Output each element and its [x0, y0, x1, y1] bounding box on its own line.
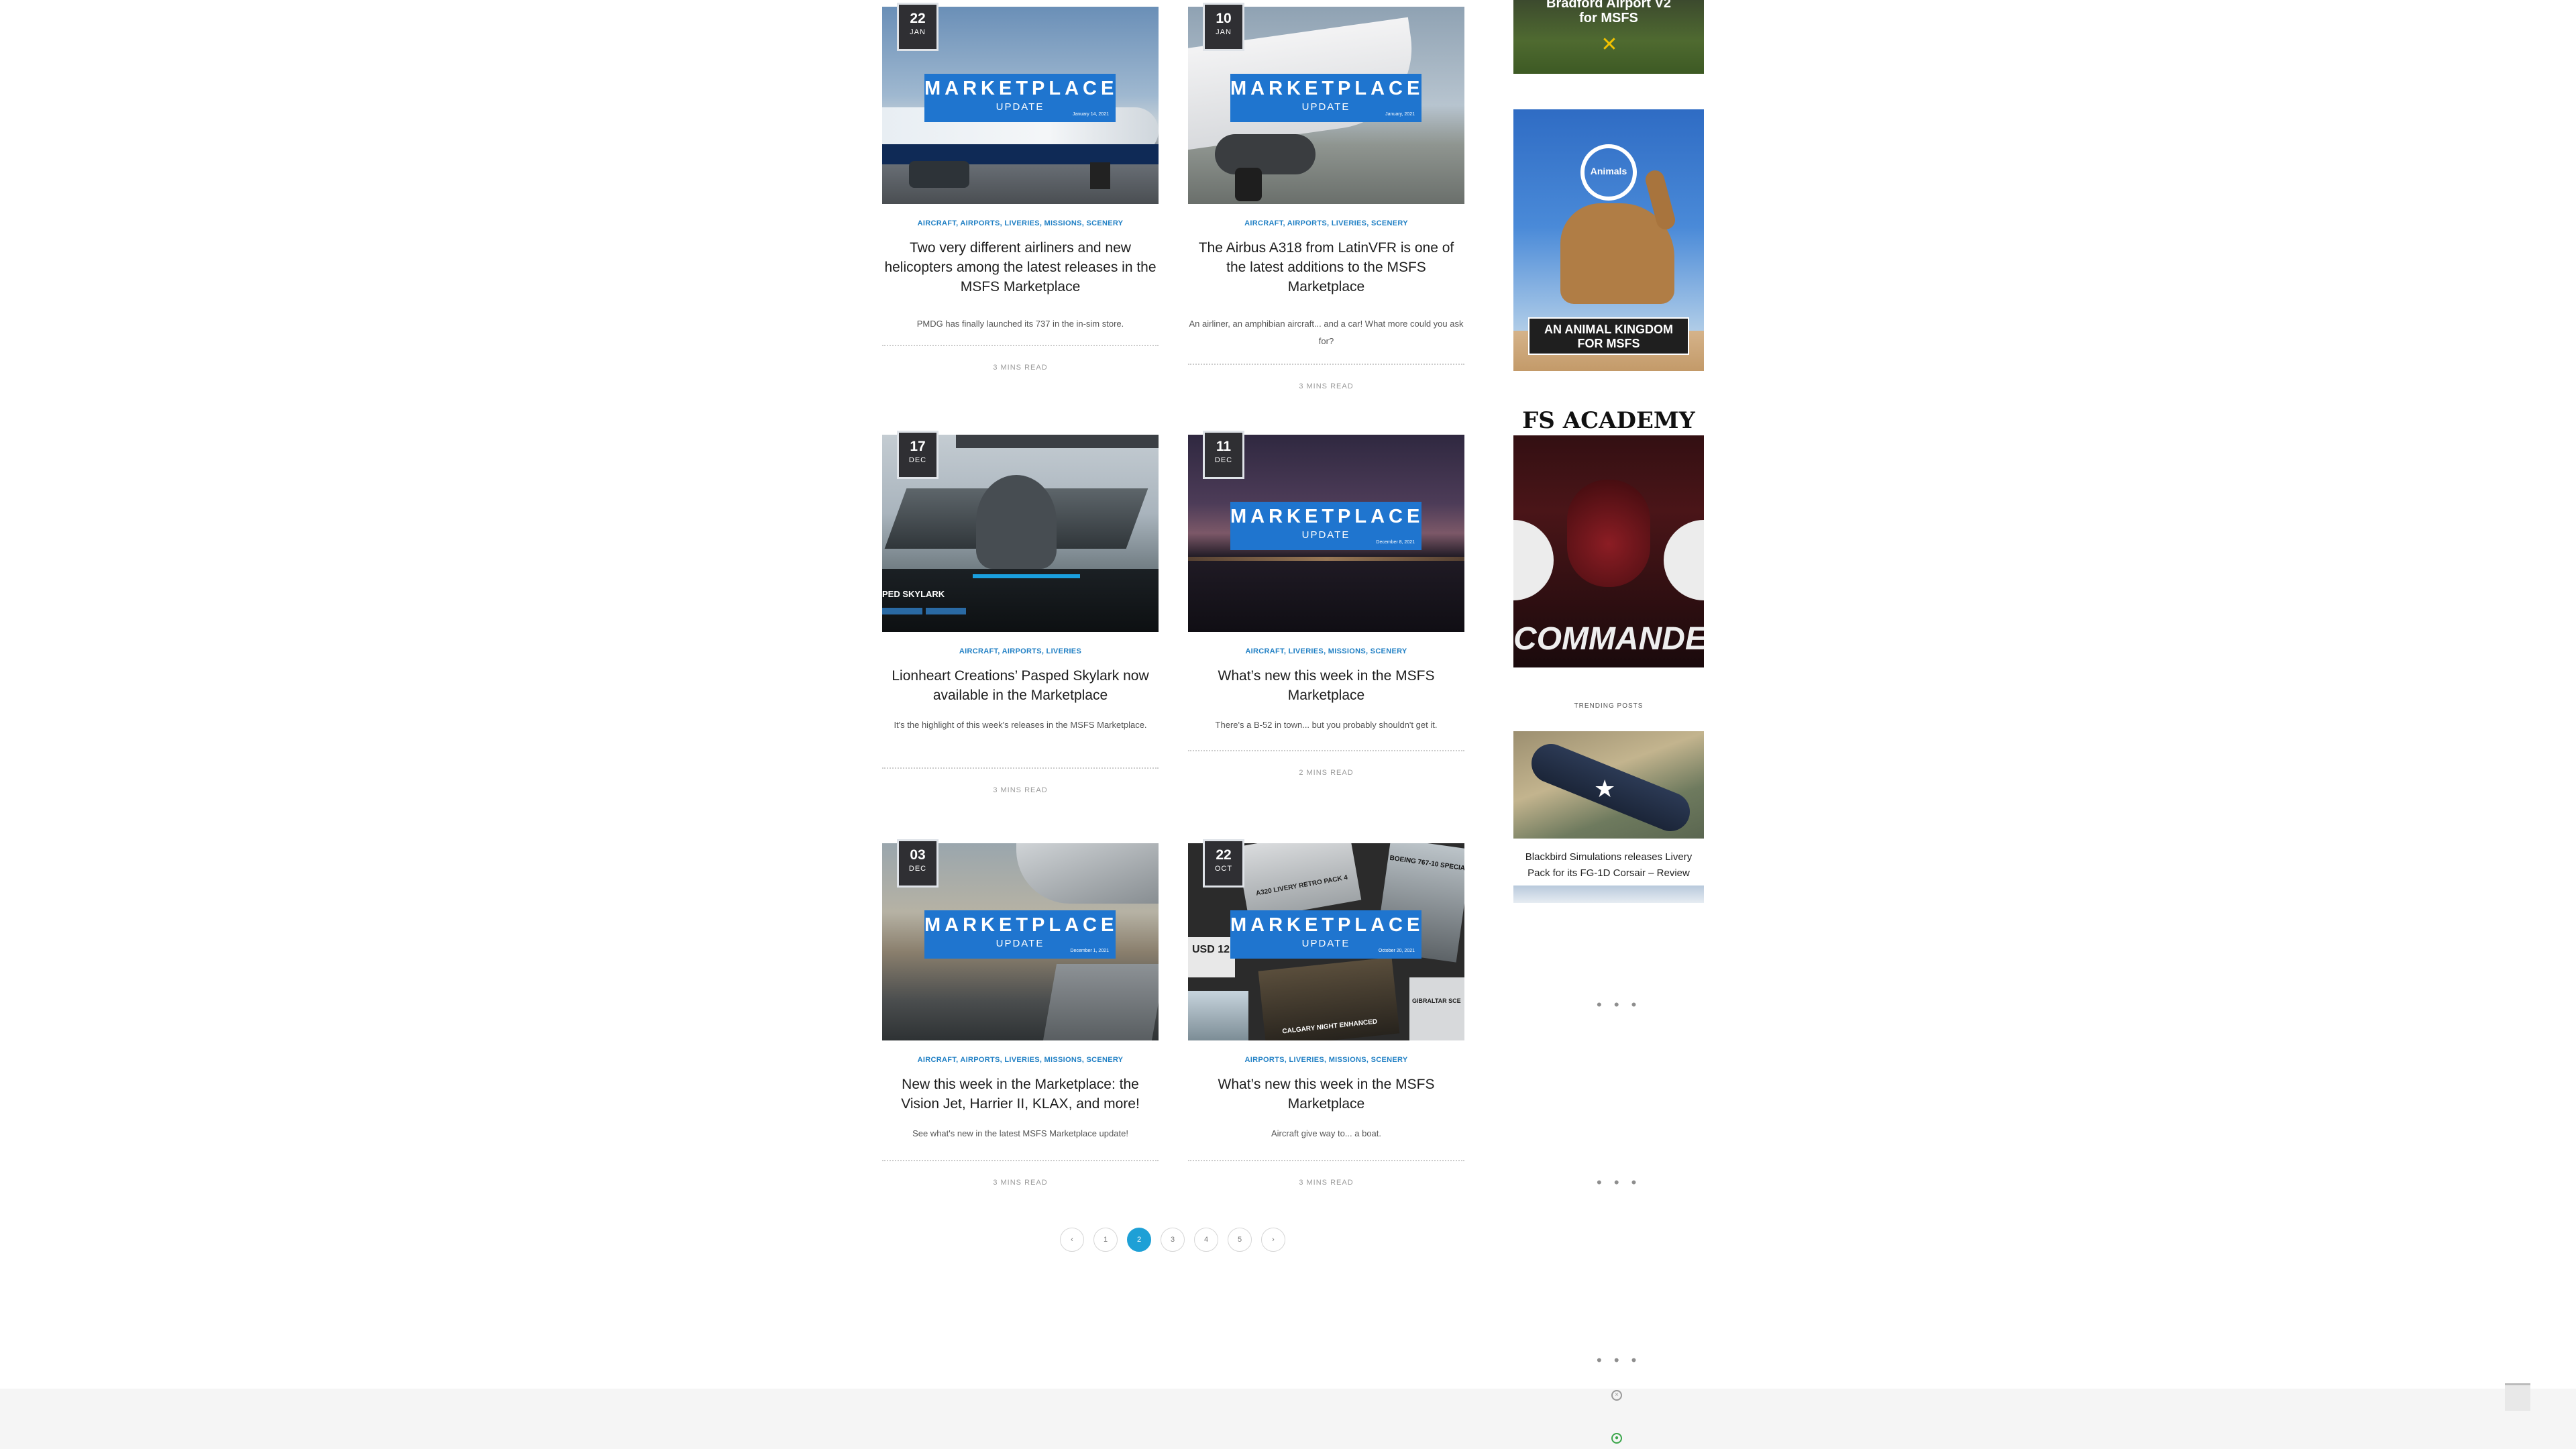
read-time: 3 MINS READ: [1299, 382, 1354, 390]
image-caption: USD 12: [1192, 944, 1230, 955]
divider: [1188, 1160, 1464, 1161]
page-link[interactable]: 4: [1194, 1228, 1218, 1252]
page-link-current[interactable]: 2: [1127, 1228, 1151, 1252]
date-badge: 03 DEC: [897, 839, 938, 888]
post-title[interactable]: What’s new this week in the MSFS Marketp…: [1188, 666, 1464, 705]
post-title[interactable]: Lionheart Creations’ Pasped Skylark now …: [882, 666, 1159, 705]
ad-caption-line: AN ANIMAL KINGDOM: [1544, 323, 1673, 336]
bottom-ad-bar: [0, 1389, 2576, 1449]
prev-page-button[interactable]: ‹: [1060, 1228, 1084, 1252]
globe-icon: Animals: [1580, 144, 1637, 201]
ad-subtitle: for MSFS: [1579, 11, 1638, 25]
ad-animal-kingdom[interactable]: Animals AN ANIMAL KINGDOM FOR MSFS: [1513, 109, 1704, 371]
scroll-to-top-button[interactable]: [2505, 1383, 2530, 1411]
image-caption: PED SKYLARK: [882, 589, 945, 599]
ad-info-icon[interactable]: ●: [1611, 1433, 1622, 1444]
post-categories[interactable]: AIRCRAFT, AIRPORTS, LIVERIES: [882, 647, 1159, 655]
read-time: 3 MINS READ: [993, 1179, 1048, 1187]
page-link[interactable]: 5: [1228, 1228, 1252, 1252]
post-categories[interactable]: AIRCRAFT, LIVERIES, MISSIONS, SCENERY: [1188, 647, 1464, 655]
close-ad-icon[interactable]: ×: [1611, 1390, 1622, 1401]
post-title[interactable]: Two very different airliners and new hel…: [882, 238, 1159, 297]
post-excerpt: An airliner, an amphibian aircraft... an…: [1189, 319, 1464, 346]
trending-heading: TRENDING POSTS: [1574, 702, 1644, 710]
ad-caption-line: FOR MSFS: [1577, 337, 1640, 350]
next-page-button[interactable]: ›: [1261, 1228, 1285, 1252]
marketplace-banner: MARKETPLACE UPDATE January 14, 2021: [924, 74, 1116, 122]
date-badge: 22 OCT: [1203, 839, 1244, 888]
post-title[interactable]: New this week in the Marketplace: the Vi…: [882, 1075, 1159, 1114]
airplane-icon: ✕: [1601, 34, 1618, 56]
divider: [882, 1160, 1159, 1161]
ad-caption-box: AN ANIMAL KINGDOM FOR MSFS: [1528, 317, 1689, 355]
post-categories[interactable]: AIRCRAFT, AIRPORTS, LIVERIES, MISSIONS, …: [882, 219, 1159, 227]
divider: [1188, 364, 1464, 365]
post-title[interactable]: What’s new this week in the MSFS Marketp…: [1188, 1075, 1464, 1114]
trending-thumbnail[interactable]: ★: [1513, 731, 1704, 839]
post-excerpt: See what's new in the latest MSFS Market…: [912, 1128, 1128, 1138]
trending-post[interactable]: ★ Blackbird Simulations releases Livery …: [1513, 731, 1704, 903]
read-time: 3 MINS READ: [1299, 1179, 1354, 1187]
ad-logo-text: Animals: [1590, 166, 1627, 176]
marketplace-banner: MARKETPLACE UPDATE December 8, 2021: [1230, 502, 1421, 550]
marketplace-banner: MARKETPLACE UPDATE January, 2021: [1230, 74, 1421, 122]
page-link[interactable]: 3: [1161, 1228, 1185, 1252]
date-badge: 17 DEC: [897, 431, 938, 479]
divider: [1188, 750, 1464, 751]
ad-title: FS ACADEMY: [1522, 407, 1695, 434]
post-excerpt: PMDG has finally launched its 737 in the…: [916, 319, 1124, 329]
ad-title: Bradford Airport V2: [1546, 0, 1671, 11]
ad-fs-academy[interactable]: FS ACADEMY COMMANDER: [1513, 406, 1704, 667]
loading-indicator: • • •: [1597, 996, 1641, 1013]
post-categories[interactable]: AIRPORTS, LIVERIES, MISSIONS, SCENERY: [1188, 1056, 1464, 1064]
date-badge: 11 DEC: [1203, 431, 1244, 479]
divider: [882, 767, 1159, 769]
marketplace-banner: MARKETPLACE UPDATE December 1, 2021: [924, 910, 1116, 959]
post-excerpt: It's the highlight of this week's releas…: [894, 720, 1147, 730]
post-categories[interactable]: AIRCRAFT, AIRPORTS, LIVERIES, SCENERY: [1188, 219, 1464, 227]
image-caption: GIBRALTAR SCE: [1412, 998, 1461, 1004]
post-categories[interactable]: AIRCRAFT, AIRPORTS, LIVERIES, MISSIONS, …: [882, 1056, 1159, 1064]
post-title[interactable]: The Airbus A318 from LatinVFR is one of …: [1188, 238, 1464, 297]
date-badge: 10 JAN: [1203, 3, 1244, 51]
read-time: 2 MINS READ: [1299, 769, 1354, 777]
loading-indicator: • • •: [1597, 1352, 1641, 1368]
read-time: 3 MINS READ: [993, 364, 1048, 372]
page-link[interactable]: 1: [1093, 1228, 1118, 1252]
read-time: 3 MINS READ: [993, 786, 1048, 794]
divider: [882, 345, 1159, 346]
date-badge: 22 JAN: [897, 3, 938, 51]
star-icon: ★: [1594, 775, 1616, 802]
trending-title[interactable]: Blackbird Simulations releases Livery Pa…: [1513, 849, 1704, 881]
marketplace-banner: MARKETPLACE UPDATE October 20, 2021: [1230, 910, 1421, 959]
ad-bradford-airport[interactable]: Bradford Airport V2 for MSFS ✕: [1513, 0, 1704, 74]
ad-subtitle: COMMANDER: [1513, 621, 1704, 657]
post-excerpt: Aircraft give way to... a boat.: [1271, 1128, 1382, 1138]
loading-indicator: • • •: [1597, 1174, 1641, 1191]
post-excerpt: There's a B-52 in town... but you probab…: [1215, 720, 1438, 730]
